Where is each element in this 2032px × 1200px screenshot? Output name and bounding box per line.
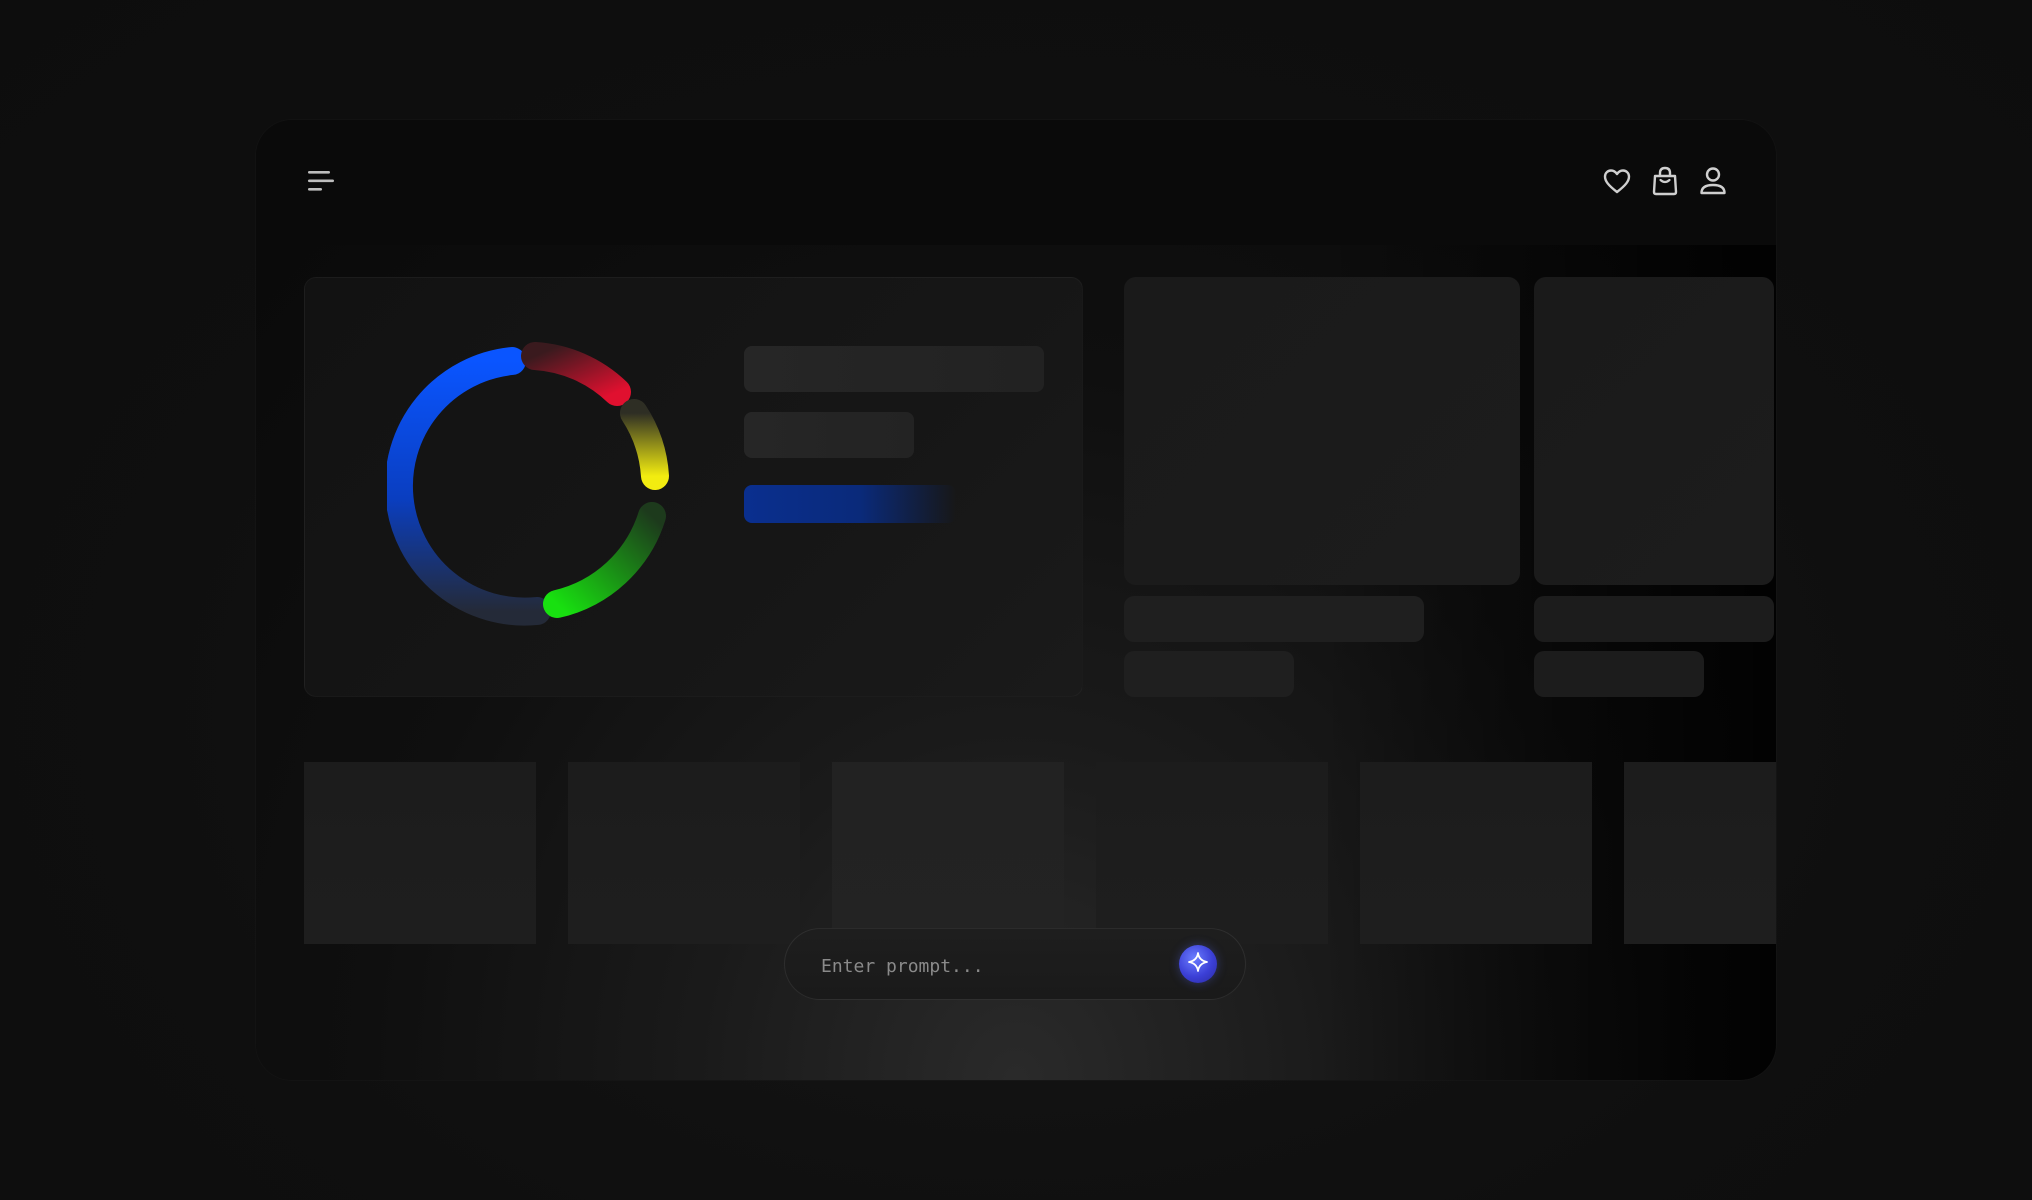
backdrop [0, 0, 2032, 1200]
media-tile[interactable] [1124, 277, 1520, 585]
media-tile[interactable] [1534, 277, 1774, 585]
grid-tile[interactable] [304, 762, 536, 944]
progress-bar [744, 485, 956, 523]
send-button[interactable] [1179, 945, 1217, 983]
skeleton-line [1124, 596, 1424, 642]
donut-chart [387, 342, 669, 626]
prompt-input[interactable] [819, 949, 1153, 983]
grid-tile[interactable] [1624, 762, 1776, 944]
sparkle-icon [1187, 951, 1209, 977]
skeleton-title [744, 346, 1044, 392]
skeleton-line [1534, 651, 1704, 697]
top-bar [256, 120, 1776, 245]
grid-tile[interactable] [568, 762, 800, 944]
prompt-bar [784, 928, 1246, 1000]
skeleton-line [1124, 651, 1294, 697]
user-icon[interactable] [1698, 164, 1728, 198]
heart-icon[interactable] [1602, 164, 1632, 198]
header-actions [1602, 164, 1728, 198]
skeleton-line [1534, 596, 1774, 642]
app-window [256, 120, 1776, 1080]
grid-tile[interactable] [832, 762, 1064, 944]
shopping-bag-icon[interactable] [1650, 164, 1680, 198]
menu-icon[interactable] [306, 168, 336, 194]
grid-tile[interactable] [1360, 762, 1592, 944]
grid-tile[interactable] [1096, 762, 1328, 944]
skeleton-subtitle [744, 412, 914, 458]
stats-card [304, 277, 1083, 697]
